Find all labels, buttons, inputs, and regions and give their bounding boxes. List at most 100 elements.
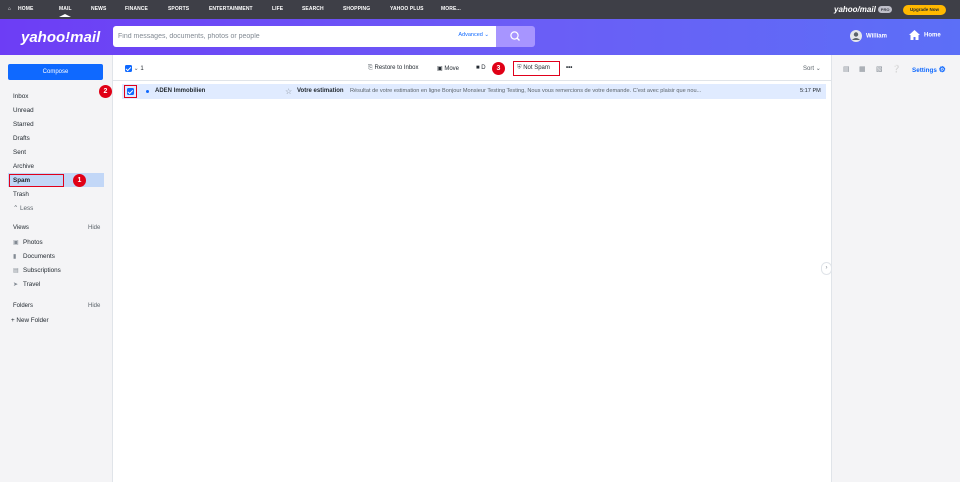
search-box: Advanced ⌄ <box>113 26 496 47</box>
view-label-photos: Photos <box>23 239 43 246</box>
move-label: Move <box>444 66 460 72</box>
folder-move-icon: ▣ <box>437 66 443 72</box>
step-badge-1: 1 <box>73 174 86 187</box>
advanced-search-button[interactable]: Advanced ⌄ <box>458 32 489 38</box>
brand-logo[interactable]: yahoo/mail PRO <box>834 5 893 14</box>
search-input[interactable] <box>118 31 418 42</box>
checkbox-checked-icon <box>125 65 132 72</box>
view-label-subscriptions: Subscriptions <box>23 267 61 274</box>
views-section-title: Views <box>13 225 29 231</box>
home-icon[interactable]: ⌂ <box>8 6 11 12</box>
sidebar-item-starred[interactable]: Starred <box>13 121 34 128</box>
mail-header: yahoo!mail Advanced ⌄ William Home <box>0 19 960 55</box>
sidebar: Compose Inbox Unread Starred Drafts Sent… <box>0 55 112 482</box>
view-item-travel[interactable]: ➤ Travel <box>13 281 40 288</box>
search-button[interactable] <box>496 26 535 47</box>
right-rail: ▤ ▦ ▧ ❔ Settings ⚙ <box>832 55 960 482</box>
advanced-label: Advanced <box>458 32 483 38</box>
sidebar-item-drafts[interactable]: Drafts <box>13 135 30 142</box>
message-toolbar: ⌄ 1 ⎘ Restore to Inbox ▣ Move ■ D 3 ⛨ No… <box>113 55 833 81</box>
topnav-item-life[interactable]: LIFE <box>272 6 283 12</box>
views-hide-link[interactable]: Hide <box>88 225 100 231</box>
not-spam-button[interactable]: ⛨ Not Spam <box>517 65 550 72</box>
delete-button[interactable]: ■ D <box>476 65 486 71</box>
chevron-down-icon: ⌄ <box>815 66 821 72</box>
restore-icon: ⎘ <box>368 65 373 71</box>
topnav-item-shopping[interactable]: SHOPPING <box>343 6 370 12</box>
less-toggle[interactable]: ⌃ Less <box>13 205 33 212</box>
search-icon <box>510 31 520 41</box>
trash-icon: ■ <box>476 65 480 71</box>
move-button[interactable]: ▣ Move <box>437 65 459 72</box>
table-row[interactable]: ADEN Immobilien ☆ Votre estimation Résul… <box>122 84 826 99</box>
view-label-documents: Documents <box>23 253 55 260</box>
photos-icon: ▣ <box>13 240 19 246</box>
pro-tag: PRO <box>877 6 893 14</box>
topnav-item-search[interactable]: SEARCH <box>302 6 324 12</box>
sort-button[interactable]: Sort ⌄ <box>803 65 821 72</box>
calendar-icon[interactable]: ▦ <box>859 65 866 73</box>
topnav-item-mail[interactable]: MAIL <box>59 6 72 12</box>
new-folder-button[interactable]: + New Folder <box>11 317 49 324</box>
selected-count: 1 <box>140 66 144 73</box>
user-name: William <box>866 33 887 40</box>
message-list-pane: ⌄ 1 ⎘ Restore to Inbox ▣ Move ■ D 3 ⛨ No… <box>112 55 833 482</box>
delete-label: D <box>481 65 486 71</box>
topnav-item-sports[interactable]: SPORTS <box>168 6 189 12</box>
view-item-documents[interactable]: ▮ Documents <box>13 253 55 260</box>
notepad-icon[interactable]: ▧ <box>876 65 883 73</box>
house-icon <box>909 30 920 40</box>
topnav-item-home[interactable]: HOME <box>18 6 33 12</box>
view-item-subscriptions[interactable]: ▤ Subscriptions <box>13 267 61 274</box>
topnav-item-news[interactable]: NEWS <box>91 6 106 12</box>
settings-button[interactable]: Settings ⚙ <box>912 65 946 74</box>
not-spam-label: Not Spam <box>523 65 550 71</box>
sidebar-item-inbox[interactable]: Inbox <box>13 93 28 100</box>
plane-icon: ➤ <box>13 282 19 288</box>
active-indicator <box>59 14 71 17</box>
restore-to-inbox-button[interactable]: ⎘ Restore to Inbox <box>368 65 419 72</box>
home-button[interactable]: Home <box>909 30 941 40</box>
view-item-photos[interactable]: ▣ Photos <box>13 239 43 246</box>
pane-toggle-button[interactable]: › <box>821 262 832 275</box>
restore-label: Restore to Inbox <box>374 65 419 71</box>
chevron-down-icon: ⌄ <box>133 66 139 73</box>
message-time: 5:17 PM <box>800 88 821 94</box>
sidebar-item-unread[interactable]: Unread <box>13 107 34 114</box>
message-snippet: Résultat de votre estimation en ligne Bo… <box>350 88 702 94</box>
avatar-icon <box>850 30 862 42</box>
chevron-up-icon: ⌃ <box>13 205 19 212</box>
sidebar-item-trash[interactable]: Trash <box>13 191 29 198</box>
gear-icon: ⚙ <box>938 65 946 74</box>
contacts-icon[interactable]: ▤ <box>843 65 850 73</box>
top-nav-bar: ⌂ HOME MAIL NEWS FINANCE SPORTS ENTERTAI… <box>0 0 960 19</box>
document-icon: ▮ <box>13 254 17 260</box>
folders-hide-link[interactable]: Hide <box>88 303 100 309</box>
more-actions-button[interactable]: ••• <box>566 65 572 71</box>
user-menu[interactable]: William <box>850 30 887 42</box>
sidebar-item-spam[interactable]: Spam <box>13 177 30 184</box>
subscriptions-icon: ▤ <box>13 268 19 274</box>
home-label: Home <box>924 32 941 39</box>
topnav-item-more[interactable]: MORE... <box>441 6 461 12</box>
topnav-item-entertainment[interactable]: ENTERTAINMENT <box>209 6 253 12</box>
sidebar-item-archive[interactable]: Archive <box>13 163 34 170</box>
message-checkbox[interactable] <box>127 88 134 95</box>
compose-button[interactable]: Compose <box>8 64 103 80</box>
yahoo-mail-logo[interactable]: yahoo!mail <box>21 29 100 46</box>
message-subject: Votre estimation <box>297 88 344 94</box>
less-label: Less <box>20 205 34 212</box>
topnav-item-finance[interactable]: FINANCE <box>125 6 148 12</box>
unread-dot-icon <box>146 90 149 93</box>
upgrade-button[interactable]: Upgrade Now <box>903 5 946 15</box>
star-icon[interactable]: ☆ <box>285 87 292 96</box>
sidebar-item-sent[interactable]: Sent <box>13 149 26 156</box>
select-all-checkbox[interactable]: ⌄ 1 <box>125 65 144 72</box>
chevron-down-icon: ⌄ <box>484 32 489 38</box>
settings-label: Settings <box>912 67 937 74</box>
step-badge-3: 3 <box>492 62 505 75</box>
brand-text: yahoo/mail <box>834 5 876 14</box>
chevron-right-icon: › <box>825 265 828 271</box>
topnav-item-yahoo-plus[interactable]: YAHOO PLUS <box>390 6 424 12</box>
help-icon[interactable]: ❔ <box>892 65 901 73</box>
